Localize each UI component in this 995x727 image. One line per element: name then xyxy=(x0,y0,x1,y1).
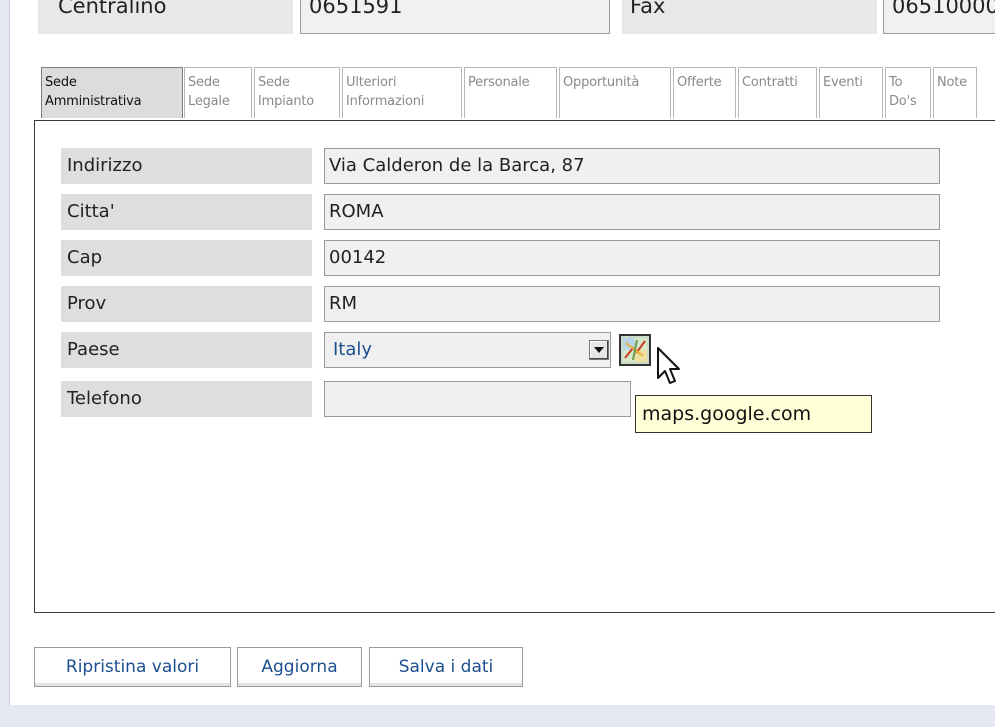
tab-personale[interactable]: Personale xyxy=(464,67,557,118)
update-button[interactable]: Aggiorna xyxy=(237,647,362,687)
cap-field[interactable]: 00142 xyxy=(324,240,940,276)
tab-line1: Sede xyxy=(188,75,220,90)
cursor-arrow-icon xyxy=(656,347,682,393)
tab-contratti[interactable]: Contratti xyxy=(738,67,817,118)
paese-label: Paese xyxy=(61,332,312,368)
prov-field[interactable]: RM xyxy=(324,286,940,322)
tab-line1: Sede xyxy=(258,75,290,90)
citta-label: Citta' xyxy=(61,194,312,230)
tab-line1: To xyxy=(889,75,903,90)
tab-line2: Opportunità xyxy=(563,75,640,90)
tab-line2: Informazioni xyxy=(346,94,425,109)
tab-line1: Sede xyxy=(45,75,77,90)
tab-line2: Contratti xyxy=(742,75,798,90)
page: Centralino 0651591 Fax 06510000000 Sede … xyxy=(0,0,995,727)
map-icon[interactable] xyxy=(619,334,651,366)
chevron-down-icon[interactable] xyxy=(589,340,609,360)
citta-field[interactable]: ROMA xyxy=(324,194,940,230)
tab-offerte[interactable]: Offerte xyxy=(673,67,736,118)
centralino-value: 0651591 xyxy=(309,0,403,18)
tab-line2: Note xyxy=(937,75,967,90)
tab-sede-impianto[interactable]: Sede Impianto xyxy=(254,67,340,118)
centralino-field[interactable]: 0651591 xyxy=(300,0,610,34)
prov-label: Prov xyxy=(61,286,312,322)
tab-line2: Personale xyxy=(468,75,530,90)
telefono-label: Telefono xyxy=(61,381,312,417)
tab-note[interactable]: Note xyxy=(933,67,977,118)
fax-field[interactable]: 06510000000 xyxy=(883,0,995,34)
tab-sede-legale[interactable]: Sede Legale xyxy=(184,67,252,118)
tab-ulteriori-informazioni[interactable]: Ulteriori Informazioni xyxy=(342,67,462,118)
indirizzo-field[interactable]: Via Calderon de la Barca, 87 xyxy=(324,148,940,184)
paese-select[interactable]: Italy xyxy=(324,332,611,368)
tab-sede-amministrativa[interactable]: Sede Amministrativa xyxy=(41,67,183,118)
centralino-label: Centralino xyxy=(38,0,293,34)
tab-line2: Do's xyxy=(889,94,917,109)
tooltip: maps.google.com xyxy=(635,395,872,433)
tab-line2: Eventi xyxy=(823,75,863,90)
tab-to-dos[interactable]: To Do's xyxy=(885,67,931,118)
left-rail xyxy=(0,0,10,705)
tab-line2: Impianto xyxy=(258,94,315,109)
fax-value: 06510000000 xyxy=(892,0,995,18)
centralino-label-text: Centralino xyxy=(58,0,167,18)
tab-opportunita[interactable]: Opportunità xyxy=(559,67,671,118)
indirizzo-label: Indirizzo xyxy=(61,148,312,184)
reset-button[interactable]: Ripristina valori xyxy=(34,647,231,687)
save-button[interactable]: Salva i dati xyxy=(369,647,523,687)
cap-label: Cap xyxy=(61,240,312,276)
fax-label: Fax xyxy=(622,0,877,34)
tab-line2: Legale xyxy=(188,94,230,109)
tab-eventi[interactable]: Eventi xyxy=(819,67,883,118)
telefono-field[interactable] xyxy=(324,381,631,417)
tab-line2: Offerte xyxy=(677,75,722,90)
tab-line2: Amministrativa xyxy=(45,94,142,109)
fax-label-text: Fax xyxy=(630,0,666,18)
bottom-band xyxy=(0,705,995,727)
tab-line1: Ulteriori xyxy=(346,75,397,90)
